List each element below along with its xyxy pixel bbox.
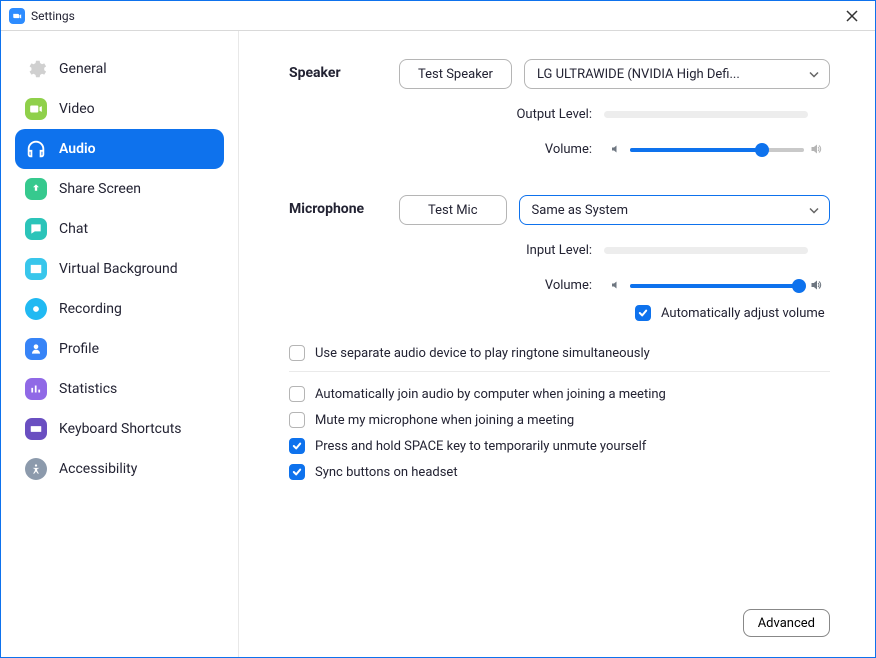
speaker-volume-slider[interactable] (630, 148, 804, 152)
sidebar-item-label: Profile (59, 341, 99, 357)
speaker-low-icon (610, 276, 624, 295)
auto-adjust-volume-label[interactable]: Automatically adjust volume (661, 306, 825, 321)
chevron-down-icon (809, 203, 819, 218)
output-level-label: Output Level: (399, 107, 604, 122)
speaker-section: Speaker Test Speaker LG ULTRAWIDE (NVIDI… (289, 59, 830, 177)
sidebar-item-virtual-background[interactable]: Virtual Background (15, 249, 224, 289)
auto-join-audio-label[interactable]: Automatically join audio by computer whe… (315, 387, 666, 402)
divider (289, 371, 830, 372)
sidebar-item-label: Share Screen (59, 181, 141, 197)
input-level-meter (604, 247, 808, 254)
sidebar-item-audio[interactable]: Audio (15, 129, 224, 169)
sidebar-item-label: Virtual Background (59, 261, 178, 277)
advanced-button[interactable]: Advanced (743, 609, 830, 637)
sidebar-item-keyboard-shortcuts[interactable]: Keyboard Shortcuts (15, 409, 224, 449)
chevron-down-icon (809, 67, 819, 82)
test-mic-button[interactable]: Test Mic (399, 195, 507, 225)
microphone-device-select[interactable]: Same as System (519, 195, 830, 225)
sidebar-item-label: Audio (59, 141, 96, 157)
sidebar-item-label: Keyboard Shortcuts (59, 421, 182, 437)
speaker-low-icon (610, 140, 624, 159)
mute-on-join-label[interactable]: Mute my microphone when joining a meetin… (315, 413, 574, 428)
sidebar-item-general[interactable]: General (15, 49, 224, 89)
background-icon (25, 258, 47, 280)
record-icon (25, 298, 47, 320)
gear-icon (25, 58, 47, 80)
statistics-icon (25, 378, 47, 400)
microphone-volume-label: Volume: (399, 278, 604, 293)
share-screen-icon (25, 178, 47, 200)
speaker-device-value: LG ULTRAWIDE (NVIDIA High Defi... (537, 67, 740, 82)
separate-ringtone-label[interactable]: Use separate audio device to play ringto… (315, 346, 650, 361)
profile-icon (25, 338, 47, 360)
microphone-section: Microphone Test Mic Same as System Input… (289, 195, 830, 327)
sidebar-item-recording[interactable]: Recording (15, 289, 224, 329)
auto-join-audio-checkbox[interactable] (289, 386, 305, 402)
body: General Video Audio Share Screen (1, 31, 875, 657)
sidebar-item-profile[interactable]: Profile (15, 329, 224, 369)
sidebar-item-label: Recording (59, 301, 122, 317)
space-unmute-label[interactable]: Press and hold SPACE key to temporarily … (315, 439, 646, 454)
sidebar-item-share-screen[interactable]: Share Screen (15, 169, 224, 209)
settings-window: Settings General Video (0, 0, 876, 658)
microphone-volume-slider[interactable] (630, 284, 804, 288)
sidebar-item-label: General (59, 61, 107, 77)
headphones-icon (25, 138, 47, 160)
speaker-high-icon (810, 140, 824, 159)
sidebar-item-video[interactable]: Video (15, 89, 224, 129)
mute-on-join-checkbox[interactable] (289, 412, 305, 428)
speaker-heading: Speaker (289, 59, 399, 177)
sidebar-item-label: Video (59, 101, 95, 117)
chat-icon (25, 218, 47, 240)
sidebar-item-accessibility[interactable]: Accessibility (15, 449, 224, 489)
microphone-device-value: Same as System (532, 203, 628, 218)
input-level-label: Input Level: (399, 243, 604, 258)
speaker-device-select[interactable]: LG ULTRAWIDE (NVIDIA High Defi... (524, 59, 830, 89)
sidebar-item-label: Chat (59, 221, 88, 237)
output-level-meter (604, 111, 808, 118)
zoom-app-icon (9, 8, 25, 24)
keyboard-icon (25, 418, 47, 440)
titlebar: Settings (1, 1, 875, 31)
microphone-heading: Microphone (289, 195, 399, 327)
window-title: Settings (31, 9, 75, 23)
test-speaker-button[interactable]: Test Speaker (399, 59, 512, 89)
sidebar-item-statistics[interactable]: Statistics (15, 369, 224, 409)
main-panel: Speaker Test Speaker LG ULTRAWIDE (NVIDI… (239, 31, 875, 657)
speaker-volume-label: Volume: (399, 142, 604, 157)
speaker-high-icon (810, 276, 824, 295)
sidebar-item-label: Statistics (59, 381, 117, 397)
sidebar: General Video Audio Share Screen (1, 31, 239, 657)
sync-headset-label[interactable]: Sync buttons on headset (315, 465, 458, 480)
separate-ringtone-checkbox[interactable] (289, 345, 305, 361)
sidebar-item-label: Accessibility (59, 461, 137, 477)
sync-headset-checkbox[interactable] (289, 464, 305, 480)
close-button[interactable] (837, 1, 867, 31)
sidebar-item-chat[interactable]: Chat (15, 209, 224, 249)
auto-adjust-volume-checkbox[interactable] (635, 305, 651, 321)
accessibility-icon (25, 458, 47, 480)
space-unmute-checkbox[interactable] (289, 438, 305, 454)
video-icon (25, 98, 47, 120)
